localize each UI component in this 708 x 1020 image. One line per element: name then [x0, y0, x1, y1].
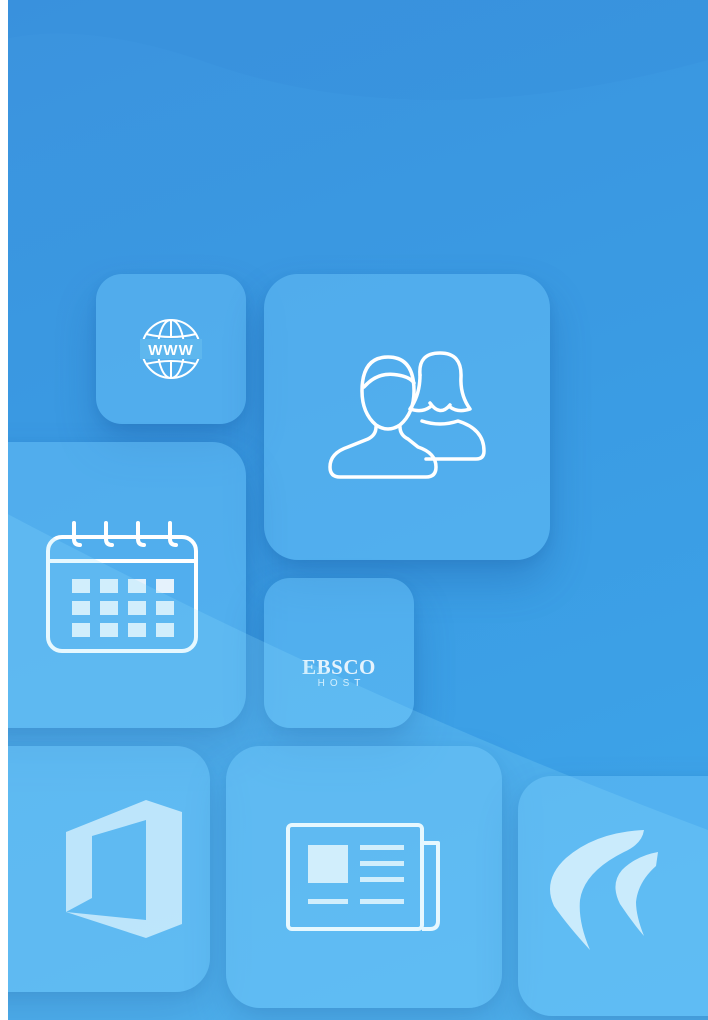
ebsco-tile[interactable]: EBSCO HOST [264, 578, 414, 728]
newspaper-icon [286, 823, 440, 931]
app-tile[interactable] [518, 776, 708, 1016]
people-tile[interactable] [264, 274, 550, 560]
office-icon [66, 800, 182, 938]
people-icon [328, 351, 486, 479]
ebsco-logo-text: EBSCO [302, 655, 376, 679]
news-tile[interactable] [226, 746, 502, 1008]
www-globe-icon: WWW [140, 319, 202, 379]
left-edge-strip [0, 0, 8, 1020]
calendar-tile[interactable] [0, 442, 246, 728]
ebsco-host-logo: EBSCO HOST [302, 656, 376, 690]
app-tiles-screen: WWW EBSCO HOST [0, 0, 708, 1020]
office-tile[interactable] [0, 746, 210, 992]
host-logo-text: HOST [317, 678, 366, 689]
boomerang-logo [550, 830, 658, 950]
web-tile[interactable]: WWW [96, 274, 246, 424]
calendar-icon [46, 521, 198, 653]
www-text: WWW [148, 342, 193, 359]
